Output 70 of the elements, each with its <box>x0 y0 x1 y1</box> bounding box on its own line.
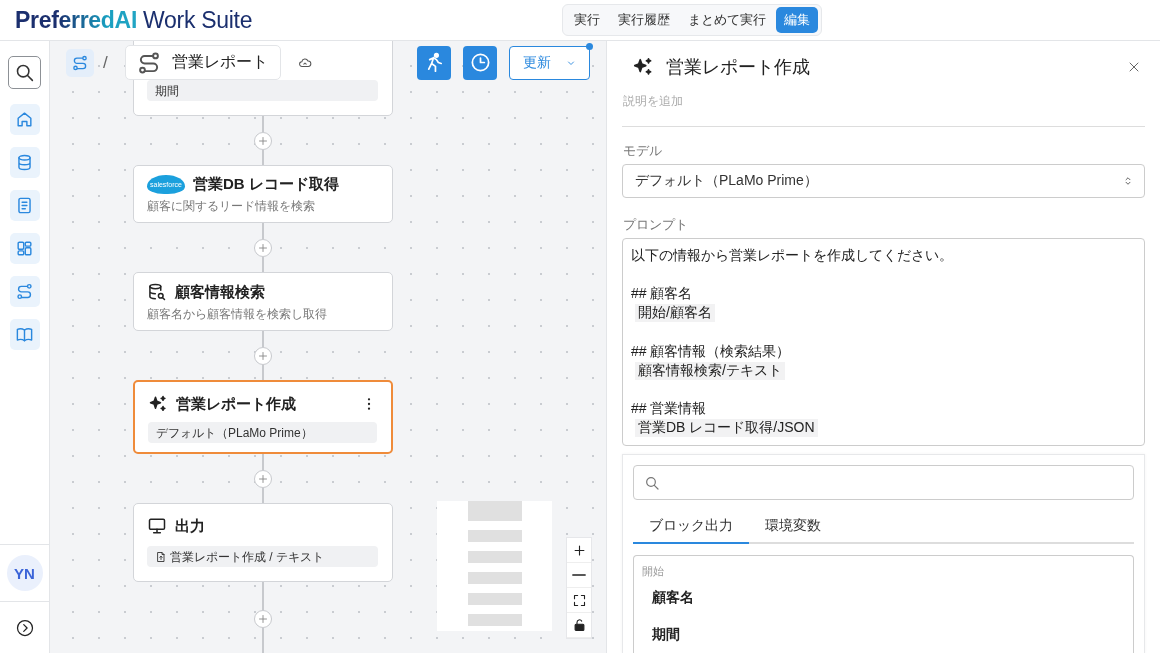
flow-node-card[interactable]: 営業レポート作成 デフォルト（PLaMo Prime） <box>133 380 393 454</box>
sidebar-button[interactable] <box>8 56 41 89</box>
avatar[interactable]: YN <box>6 555 43 591</box>
lock-icon <box>571 617 587 633</box>
description-field[interactable]: 説明を追加 <box>623 93 1145 110</box>
panel-title: 営業レポート作成 <box>666 56 810 80</box>
cloud-icon <box>297 55 312 70</box>
breadcrumb-card[interactable]: 営業レポート <box>124 45 281 80</box>
prompt-text: 以下の情報から営業レポートを作成してください。 <box>631 246 953 265</box>
update-button[interactable]: 更新 <box>509 45 590 80</box>
prompt-field[interactable]: 以下の情報から営業レポートを作成してください。 ## 顧客名 開始/顧客名 ## 顧客情報（検索結果） 顧客情報検索/テキスト ## 営業情報 営業DB レコード取得/JSON <box>622 238 1145 446</box>
plus-icon <box>257 241 269 254</box>
variable-chip[interactable]: 開始/顧客名 <box>635 304 715 323</box>
mode-tab[interactable]: 編集 <box>776 7 818 33</box>
picker-tab[interactable]: ブロック出力 <box>633 517 749 544</box>
search-icon <box>14 62 35 83</box>
flow-icon <box>15 282 34 301</box>
flow-button[interactable] <box>66 48 94 77</box>
mode-tab[interactable]: 実行履歴 <box>610 7 678 33</box>
picker-tab[interactable]: 環境変数 <box>749 517 837 544</box>
book-icon <box>15 325 34 344</box>
up-down-chevron-icon <box>1122 175 1134 188</box>
expand-icon[interactable] <box>14 617 35 638</box>
flow-node-card[interactable]: 出力 営業レポート作成 / テキスト <box>133 503 393 582</box>
plus-icon <box>257 472 269 485</box>
search-icon <box>644 474 660 491</box>
dashboard-icon <box>15 239 34 258</box>
sparkle-icon <box>148 394 168 414</box>
node-title: 営業レポート作成 <box>176 394 296 414</box>
breadcrumb-separator: / <box>103 52 108 73</box>
chip-text: 期間 <box>155 83 179 98</box>
group-label: 開始 <box>642 564 665 579</box>
node-title: 営業DB レコード取得 <box>192 175 339 194</box>
history-button[interactable] <box>463 45 497 80</box>
node-title: 出力 <box>175 516 205 536</box>
mode-tab[interactable]: まとめて実行 <box>680 7 774 33</box>
variable-item[interactable]: 顧客名 <box>642 579 1125 616</box>
plus-icon <box>257 612 269 625</box>
flow-node-card[interactable]: 顧客情報検索 顧客名から顧客情報を検索し取得 <box>133 272 393 331</box>
clock-icon <box>468 51 492 74</box>
variable-chip[interactable]: 顧客情報検索/テキスト <box>635 361 785 380</box>
model-select[interactable]: デフォルト（PLaMo Prime） <box>622 164 1145 198</box>
file-icon <box>155 550 167 563</box>
prompt-text: ## 顧客名 <box>631 285 693 303</box>
database-icon <box>15 153 34 172</box>
flow-icon <box>71 53 89 72</box>
variable-chip[interactable]: 営業DB レコード取得/JSON <box>635 419 818 438</box>
node-description: 顧客に関するリード情報を検索 <box>147 199 316 213</box>
plus-icon <box>257 349 269 362</box>
zoom-in-icon <box>571 542 587 558</box>
monitor-icon <box>147 516 167 536</box>
node-title: 顧客情報検索 <box>175 282 265 302</box>
node-description: 顧客名から顧客情報を検索し取得 <box>147 307 328 321</box>
database-search-icon <box>147 282 167 302</box>
breadcrumb-title: 営業レポート <box>171 52 268 72</box>
chip-text: 営業レポート作成 / テキスト <box>170 549 324 564</box>
variable-item[interactable]: 期間 <box>642 616 1125 653</box>
logo: PreferredAI Work Suite <box>15 6 253 34</box>
plus-icon <box>257 134 269 147</box>
prompt-text: ## 顧客情報（検索結果） <box>631 342 791 361</box>
fit-view-icon <box>571 592 587 608</box>
search-field[interactable] <box>633 465 1134 500</box>
mode-tab[interactable]: 実行 <box>566 7 608 33</box>
chip-text: デフォルト（PLaMo Prime） <box>156 425 313 440</box>
document-icon <box>15 196 34 215</box>
home-icon <box>15 110 34 129</box>
prompt-text: ## 営業情報 <box>631 400 707 419</box>
field-label: プロンプト <box>623 216 689 234</box>
field-label: モデル <box>623 142 663 161</box>
run-button[interactable] <box>417 45 451 80</box>
